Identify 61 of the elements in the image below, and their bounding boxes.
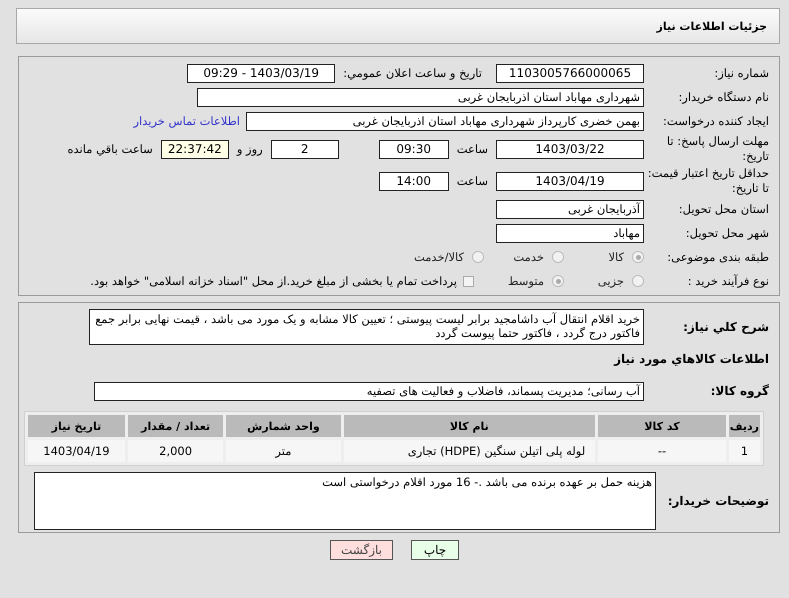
field-label: ساعت (456, 142, 488, 156)
field-label: شهر محل تحویل: (684, 226, 769, 240)
radio-button[interactable] (472, 251, 484, 263)
text-field[interactable]: 2 (270, 140, 339, 158)
text-field[interactable]: 22:37:42 (160, 140, 229, 158)
notes-field[interactable]: هزینه حمل بر عهده برنده می باشد .- 16 مورد اقلام درخواستی است (34, 472, 656, 530)
field-label: حداقل تاریخ اعتبار قیمت: تا تاریخ: (646, 166, 769, 196)
table-cell: متر (226, 440, 340, 462)
option-label: کالا/خدمت (414, 250, 464, 264)
section-heading: اطلاعات کالاهاي مورد نیاز (614, 352, 769, 366)
text-field[interactable]: 1403/04/19 (496, 172, 644, 190)
option-label: خدمت (513, 250, 544, 264)
column-header: تاریخ نیاز (28, 415, 125, 437)
text-field[interactable]: 1103005766000065 (496, 64, 644, 82)
field-label: نوع فرآیند خرید : (686, 274, 769, 288)
field-label: طبقه بندی موضوعی: (666, 250, 769, 264)
option-label: پرداخت تمام یا بخشی از مبلغ خرید.از محل "اسناد خزانه اسلامی" خواهد بود. (90, 274, 457, 288)
back-button[interactable]: بازگشت (330, 540, 393, 560)
text-field[interactable]: آذربایجان غربی (496, 200, 644, 218)
radio-button[interactable] (552, 275, 564, 287)
table-cell: -- (598, 440, 726, 462)
field-label: ایجاد کننده درخواست: (662, 114, 769, 128)
field-label: شرح کلي نیاز: (682, 320, 769, 334)
option-label: کالا (608, 250, 624, 264)
table-cell: 1 (728, 440, 760, 462)
field-label: ساعت باقي مانده (68, 142, 153, 156)
radio-button[interactable] (632, 251, 644, 263)
field-label: نام دستگاه خریدار: (677, 90, 769, 104)
text-field[interactable]: شهرداری مهاباد استان اذربایجان غربی (197, 88, 644, 106)
radio-button[interactable] (552, 251, 564, 263)
table-cell: لوله پلی اتیلن سنگین (HDPE) تجاری (344, 440, 596, 462)
text-field[interactable]: آب رسانی؛ مدیریت پسماند، فاضلاب و فعالیت های تصفیه (94, 382, 644, 400)
option-label: متوسط (508, 274, 544, 288)
option-label: جزیی (598, 274, 624, 288)
text-field[interactable]: بهمن خضری کارپرداز شهرداری مهاباد استان اذربایجان غربی (246, 112, 644, 130)
column-header: واحد شمارش (226, 415, 340, 437)
print-button[interactable]: چاپ (411, 540, 459, 560)
field-label: مهلت ارسال پاسخ: تا تاریخ: (666, 134, 769, 164)
field-label: تاریخ و ساعت اعلان عمومي: (343, 66, 482, 80)
column-header: ردیف (728, 415, 760, 437)
page-title: جزئیات اطلاعات نیاز (656, 20, 767, 32)
column-header: تعداد / مقدار (128, 415, 224, 437)
field-label: توضیحات خریدار: (666, 494, 769, 508)
column-header: نام کالا (344, 415, 596, 437)
radio-button[interactable] (632, 275, 644, 287)
field-label: استان محل تحویل: (678, 202, 769, 216)
field-label: ساعت (456, 174, 488, 188)
text-field[interactable]: 09:30 (378, 140, 449, 158)
text-field[interactable]: 14:00 (378, 172, 449, 190)
column-header: کد کالا (598, 415, 726, 437)
table-cell: 1403/04/19 (28, 440, 125, 462)
text-field[interactable]: 1403/03/22 (496, 140, 644, 158)
description-field[interactable]: خرید اقلام انتقال آب داشامجید برابر لیست پیوستی ؛ تعیین کالا مشابه و یک مورد می باشد ، قیمت نهایی برابر جمع فاکتور درج گردد ، فاکتور حتما پیوست گردد (89, 309, 644, 345)
field-label: شماره نیاز: (713, 66, 769, 80)
checkbox[interactable] (463, 276, 474, 286)
text-field[interactable]: 1403/03/19 - 09:29 (187, 64, 336, 82)
field-label: گروه کالا: (710, 384, 769, 398)
text-field[interactable]: مهاباد (496, 224, 644, 242)
table-cell: 2,000 (128, 440, 224, 462)
field-label: روز و (236, 142, 263, 156)
buyer-contact-link[interactable]: اطلاعات تماس خریدار (133, 114, 240, 128)
